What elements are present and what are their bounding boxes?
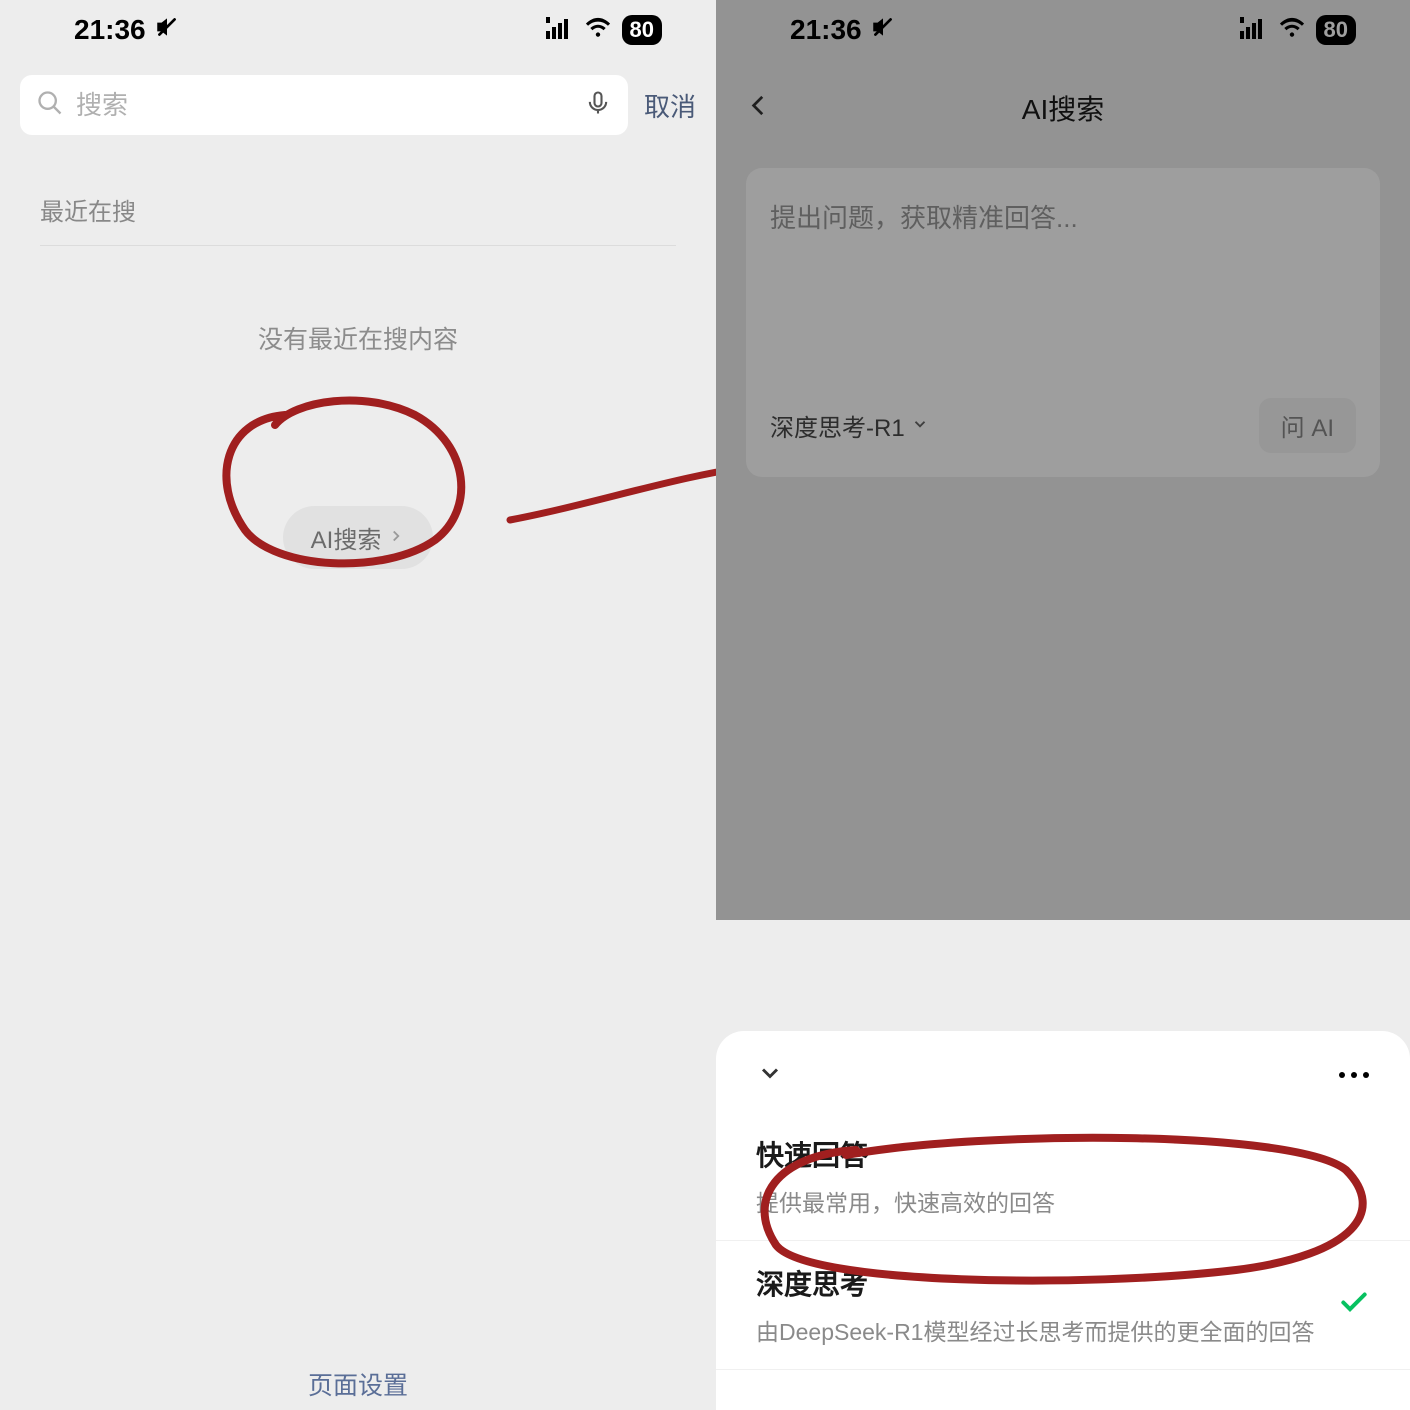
more-icon[interactable] — [1338, 1067, 1370, 1085]
page-settings-link[interactable]: 页面设置 — [0, 1366, 716, 1410]
ai-search-screen: 21:36 80 AI搜索 提出问题，获取精准回答.. — [716, 0, 1410, 1410]
search-box[interactable] — [20, 75, 628, 135]
search-screen: 21:36 80 取消 最近在搜 没有最近在搜内 — [0, 0, 716, 1410]
mic-icon[interactable] — [584, 89, 612, 122]
option-title: 快速回答 — [756, 1134, 1370, 1174]
option-deep-think[interactable]: 深度思考 由DeepSeek-R1模型经过长思考而提供的更全面的回答 — [716, 1241, 1410, 1370]
option-title: 深度思考 — [756, 1263, 1370, 1303]
model-picker-sheet: 快速回答 提供最常用，快速高效的回答 深度思考 由DeepSeek-R1模型经过… — [716, 1031, 1410, 1410]
search-input[interactable] — [76, 90, 572, 121]
check-icon — [1338, 1287, 1370, 1324]
clock-text: 21:36 — [74, 14, 146, 46]
battery-badge: 80 — [622, 15, 662, 45]
chevron-right-icon — [387, 524, 405, 552]
ai-search-button[interactable]: AI搜索 — [283, 506, 434, 569]
collapse-sheet-button[interactable] — [756, 1059, 784, 1092]
option-quick-answer[interactable]: 快速回答 提供最常用，快速高效的回答 — [716, 1112, 1410, 1241]
search-row: 取消 — [0, 60, 716, 150]
cancel-button[interactable]: 取消 — [644, 87, 696, 124]
option-desc: 由DeepSeek-R1模型经过长思考而提供的更全面的回答 — [756, 1313, 1370, 1347]
mute-icon — [154, 14, 180, 47]
modal-overlay[interactable] — [716, 0, 1410, 920]
search-icon — [36, 89, 64, 122]
divider — [40, 245, 676, 246]
status-bar: 21:36 80 — [0, 0, 716, 60]
ai-search-label: AI搜索 — [311, 520, 382, 555]
wifi-icon — [584, 14, 612, 46]
option-desc: 提供最常用，快速高效的回答 — [756, 1184, 1370, 1218]
recent-search-header: 最近在搜 — [0, 150, 716, 245]
signal-icon — [546, 14, 574, 46]
empty-recent-text: 没有最近在搜内容 — [0, 320, 716, 356]
